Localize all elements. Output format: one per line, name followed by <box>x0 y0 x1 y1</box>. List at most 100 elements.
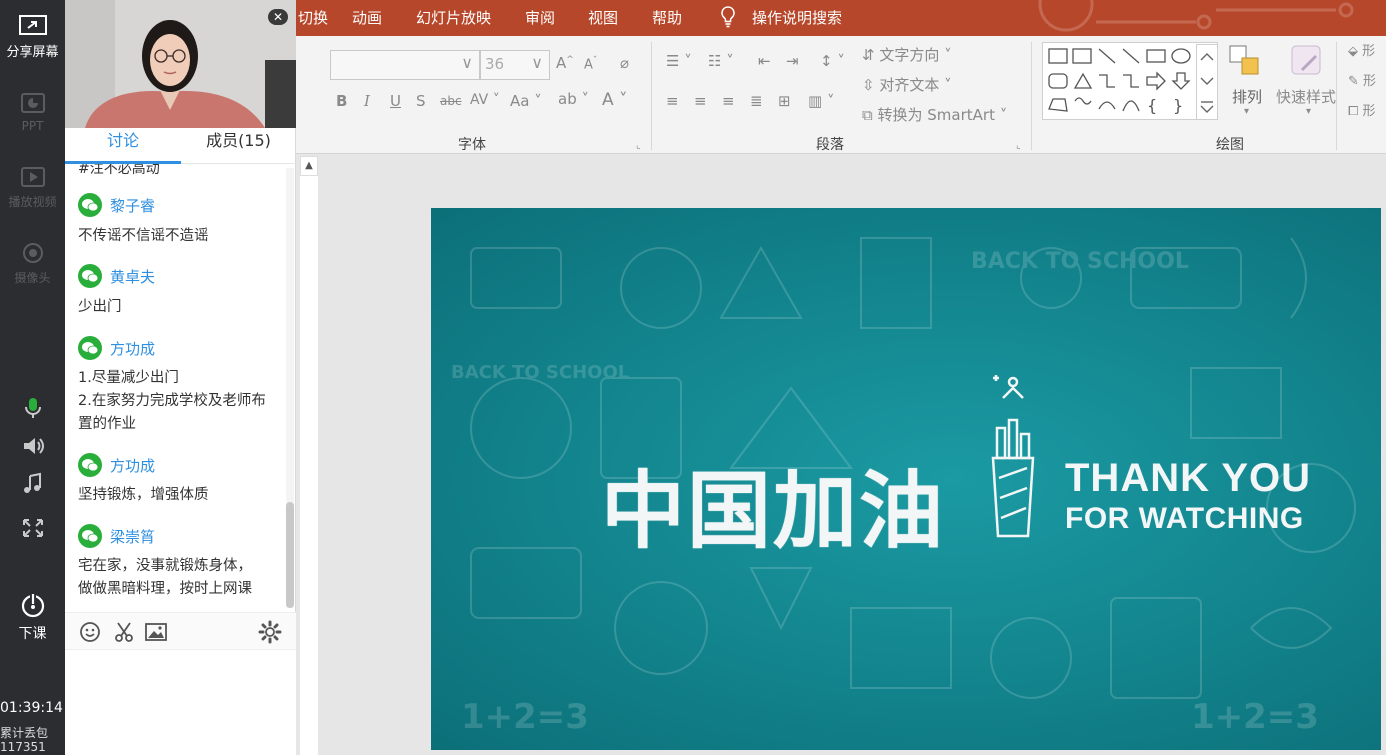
align-center-icon[interactable]: ≡ <box>694 92 707 110</box>
image-icon[interactable] <box>143 619 169 645</box>
fullscreen-button[interactable] <box>0 516 65 540</box>
shape-fill-icon[interactable]: ⬙ 形 <box>1348 40 1375 59</box>
chat-sender-name[interactable]: 方功成 <box>110 455 155 476</box>
gallery-scrollbar[interactable] <box>1196 44 1218 120</box>
arrange-button[interactable]: 排列 <box>1232 86 1262 107</box>
distributed-icon[interactable]: ⊞ <box>778 92 791 110</box>
increase-indent-icon[interactable]: ⇥ <box>786 52 799 70</box>
close-video-icon[interactable]: ✕ <box>268 9 288 25</box>
bold-icon[interactable]: B <box>336 92 347 110</box>
italic-icon[interactable]: I <box>364 92 370 110</box>
wechat-icon <box>78 264 102 288</box>
gear-icon[interactable] <box>257 619 283 645</box>
tab-discussion[interactable]: 讨论 <box>65 128 181 164</box>
shape-effects-icon[interactable]: ⧠ 形 <box>1348 100 1376 119</box>
font-size-value: 36 <box>485 55 505 73</box>
play-video-button[interactable]: 播放视频 <box>0 166 65 210</box>
font-name-box[interactable]: ∨ <box>330 50 480 80</box>
chat-sender-name[interactable]: 方功成 <box>110 338 155 359</box>
underline-icon[interactable]: U <box>390 92 401 110</box>
ribbon-separator <box>651 42 652 150</box>
chat-sender-name[interactable]: 梁崇筲 <box>110 526 155 547</box>
numbering-icon[interactable]: ☷ ˅ <box>708 52 734 70</box>
camera-icon <box>22 243 43 263</box>
align-left-icon[interactable]: ≡ <box>666 92 679 110</box>
emoji-icon[interactable] <box>77 619 103 645</box>
shapes-gallery[interactable]: { } <box>1042 42 1218 120</box>
slide-canvas[interactable]: 1+2=3 1+2=3 BACK TO SCHOOL BACK TO SCHOOL … <box>431 208 1381 750</box>
chat-input[interactable] <box>65 650 296 755</box>
quick-styles-icon <box>1291 45 1321 75</box>
class-timer: 01:39:14 <box>0 700 63 716</box>
text-direction-icon: ⇵ <box>862 46 875 64</box>
justify-icon[interactable]: ≣ <box>750 92 763 110</box>
line-spacing-icon[interactable]: ↕ ˅ <box>820 52 845 70</box>
chat-message-text: 置的作业 <box>78 416 136 432</box>
chat-sender-name[interactable]: 黎子睿 <box>110 195 155 216</box>
dialog-launcher-icon[interactable]: ⌞ <box>1016 140 1021 151</box>
columns-icon[interactable]: ▥ ˅ <box>808 92 834 110</box>
tell-me-search[interactable]: 操作说明搜索 <box>752 7 842 28</box>
convert-smartart-label: 转换为 SmartArt <box>877 106 995 124</box>
menu-view[interactable]: 视图 <box>588 7 618 28</box>
align-text-label: 对齐文本 <box>879 76 940 94</box>
menu-review[interactable]: 审阅 <box>525 7 555 28</box>
drawing-group-label: 绘图 <box>1216 137 1244 153</box>
svg-text:BACK TO SCHOOL: BACK TO SCHOOL <box>451 362 629 383</box>
chat-panel: ✕ 讨论 成员(15) #注不必高动 黎子睿 不传谣不信谣不造谣 黄卓夫 少出门… <box>65 0 296 755</box>
grow-font-icon[interactable]: A^ <box>556 54 574 72</box>
text-direction-label: 文字方向 <box>879 46 940 64</box>
shadow-icon[interactable]: S <box>416 92 426 110</box>
chat-message-text: 1.尽量减少出门 <box>78 370 179 386</box>
music-button[interactable] <box>0 472 65 496</box>
font-size-box[interactable]: 36 ∨ <box>480 50 550 80</box>
menu-animations[interactable]: 动画 <box>352 7 382 28</box>
smartart-icon: ⧉ <box>862 106 873 124</box>
end-class-button[interactable]: 下课 <box>0 590 65 643</box>
scissors-icon[interactable] <box>111 619 137 645</box>
chat-scrollbar-thumb[interactable] <box>286 502 294 608</box>
menu-help[interactable]: 帮助 <box>652 7 682 28</box>
font-color-icon[interactable]: A ˅ <box>602 90 628 110</box>
quick-styles-button[interactable]: 快速样式 <box>1276 86 1336 107</box>
tab-members[interactable]: 成员(15) <box>181 128 296 164</box>
align-text-button[interactable]: ⇳ 对齐文本 ˅ <box>862 74 952 95</box>
menu-transitions[interactable]: 切换 <box>298 7 328 28</box>
camera-button[interactable]: 摄像头 <box>0 242 65 286</box>
webcam-video-icon <box>65 0 296 128</box>
strikethrough-icon[interactable]: abc <box>440 94 462 108</box>
change-case-icon[interactable]: Aa ˅ <box>510 92 542 110</box>
wechat-icon <box>78 193 102 217</box>
share-screen-icon <box>18 15 47 35</box>
text-direction-button[interactable]: ⇵ 文字方向 ˅ <box>862 44 952 65</box>
shrink-font-icon[interactable]: Aˇ <box>584 56 597 72</box>
speaker-button[interactable] <box>0 434 65 458</box>
char-spacing-icon[interactable]: AV ˅ <box>470 92 500 108</box>
decrease-indent-icon[interactable]: ⇤ <box>758 52 771 70</box>
end-class-label: 下课 <box>18 626 47 642</box>
convert-smartart-button[interactable]: ⧉ 转换为 SmartArt ˅ <box>862 104 1007 125</box>
highlight-icon[interactable]: ab ˅ <box>558 90 589 108</box>
dialog-launcher-icon[interactable]: ⌞ <box>636 140 641 151</box>
share-screen-label: 分享屏幕 <box>6 45 59 60</box>
bullets-icon[interactable]: ☰ ˅ <box>666 52 692 70</box>
arrange-icon <box>1229 45 1259 75</box>
power-icon <box>21 593 44 618</box>
share-screen-button[interactable]: 分享屏幕 <box>0 14 65 60</box>
camera-label: 摄像头 <box>14 271 51 285</box>
shape-outline-icon[interactable]: ✎ 形 <box>1348 70 1376 89</box>
align-right-icon[interactable]: ≡ <box>722 92 735 110</box>
chat-message-text: 少出门 <box>78 299 122 315</box>
scroll-up-arrow-icon[interactable]: ▲ <box>300 156 318 176</box>
menu-slideshow[interactable]: 幻灯片放映 <box>416 7 491 28</box>
clear-format-icon[interactable]: ⌀ <box>620 54 629 72</box>
chat-message-text: #注不必高动 <box>78 164 160 177</box>
chat-message-text: 坚持锻炼，增强体质 <box>78 487 209 503</box>
microphone-button[interactable] <box>0 396 65 420</box>
svg-text:1+2=3: 1+2=3 <box>1191 697 1319 737</box>
circuit-decoration-icon <box>1038 0 1354 32</box>
chat-sender-name[interactable]: 黄卓夫 <box>110 266 155 287</box>
svg-text:BACK TO SCHOOL: BACK TO SCHOOL <box>971 249 1189 274</box>
ppt-button[interactable]: PPT <box>0 92 65 133</box>
lightbulb-icon <box>721 6 735 28</box>
